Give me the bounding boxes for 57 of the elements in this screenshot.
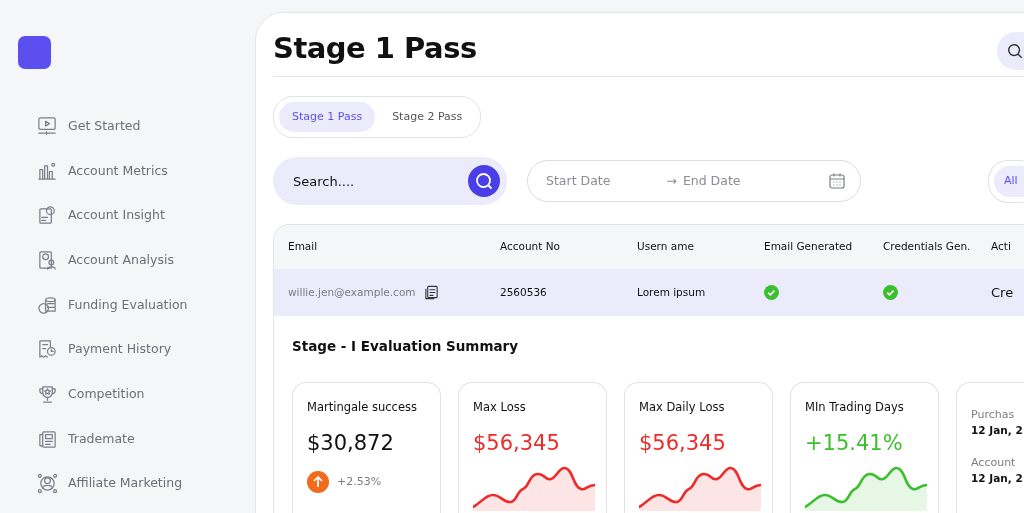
metric-value: +15.41%	[805, 429, 904, 457]
sidebar-item[interactable]: Payment History	[18, 327, 255, 373]
username-cell: Lorem ipsum	[637, 285, 706, 298]
search-field[interactable]: Search....	[291, 170, 468, 193]
gear-document-icon	[37, 205, 58, 227]
coins-icon	[37, 294, 58, 316]
column-header: Email Generated	[764, 240, 853, 253]
bar-chart-icon	[37, 160, 58, 182]
tab[interactable]: Stage 2 Pass	[379, 101, 476, 133]
trophy-icon	[37, 383, 58, 405]
sidebar-item[interactable]: Get Started	[18, 104, 255, 149]
search-bar[interactable]: Search....	[273, 157, 507, 206]
field-value: 12 Jan, 2	[971, 423, 1024, 439]
sidebar-item[interactable]: Competition	[18, 372, 255, 417]
field-value: 12 Jan, 2	[971, 471, 1024, 487]
email-cell-text: willie.jen@example.com	[288, 284, 416, 300]
column-header: Email	[288, 240, 318, 253]
metric-label: Max Loss	[473, 398, 527, 416]
copy-icon[interactable]	[423, 285, 439, 301]
tab[interactable]: Stage 1 Pass	[279, 101, 376, 133]
play-screen-icon	[37, 115, 58, 137]
calendar-icon[interactable]	[828, 172, 846, 191]
search-button[interactable]	[468, 165, 500, 198]
action-cell: Cre	[991, 285, 1014, 301]
sidebar-item[interactable]: Affiliate Marketing	[18, 461, 255, 507]
field-label: Account	[971, 454, 1017, 471]
receipt-clock-icon	[37, 339, 58, 361]
logo-icon	[18, 36, 51, 69]
column-header: Acti	[991, 240, 1011, 253]
search-icon	[1006, 41, 1024, 61]
sidebar-item[interactable]: Account Analysis	[18, 238, 255, 283]
sidebar-item[interactable]: Account Insight	[18, 193, 255, 239]
search-icon	[474, 171, 494, 192]
newspaper-icon	[37, 428, 58, 450]
metric-label: Martingale success	[307, 398, 418, 416]
metric-value: $56,345	[639, 429, 727, 457]
field-label: Purchas	[971, 406, 1016, 423]
filter-tab[interactable]: All	[994, 166, 1024, 197]
arrow-separator: →	[666, 171, 677, 190]
network-person-icon	[37, 473, 58, 495]
sidebar-item[interactable]: Account Metrics	[18, 148, 255, 194]
metric-label: MIn Trading Days	[805, 398, 905, 416]
sidebar-item[interactable]: Funding Evaluation	[18, 282, 255, 328]
metric-value: $30,872	[307, 429, 395, 457]
section-title: Stage - I Evaluation Summary	[292, 337, 519, 357]
column-header: Credentials Gen.	[883, 240, 971, 253]
change-value: +2.53%	[337, 474, 382, 491]
sidebar-item[interactable]: Trademate	[18, 416, 255, 462]
table-row[interactable]: willie.jen@example.com 2560536 Lorem ipsum Cre	[274, 269, 1024, 317]
metric-label: Max Daily Loss	[639, 398, 726, 416]
metric-value: $56,345	[473, 429, 561, 457]
person-document-icon	[37, 249, 58, 271]
column-header: Account No	[500, 240, 560, 253]
account-number-cell: 2560536	[500, 285, 547, 298]
start-date-placeholder: Start Date	[546, 171, 611, 190]
column-header: Usern ame	[637, 240, 694, 253]
end-date-placeholder: End Date	[682, 171, 741, 190]
